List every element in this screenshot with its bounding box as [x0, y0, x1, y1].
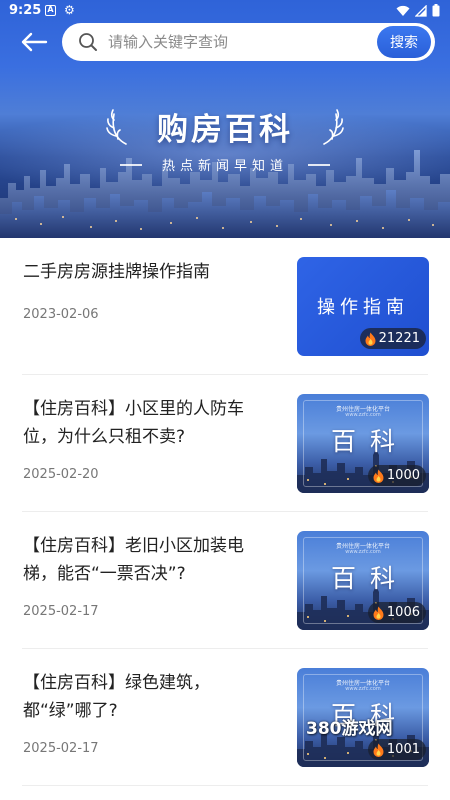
- wifi-icon: [396, 5, 410, 16]
- fire-icon: [373, 606, 384, 620]
- views-badge: 1000: [367, 465, 426, 486]
- subtitle-divider: [308, 164, 330, 166]
- views-badge: 1001: [367, 739, 426, 760]
- search-bar: 搜索: [62, 23, 435, 61]
- article-item[interactable]: 二手房房源挂牌操作指南 2023-02-06 操作指南 21221: [0, 238, 450, 375]
- search-input[interactable]: [108, 29, 328, 55]
- article-thumbnail: 贵州住房一体化平台 www.zzfc.com 百科 1006: [297, 531, 429, 630]
- article-title: 【住房百科】小区里的人防车位，为什么只租不卖?: [23, 399, 244, 447]
- fire-icon: [373, 743, 384, 757]
- thumbnail-text: 百科: [330, 427, 409, 456]
- thumbnail-text: 操作指南: [317, 297, 409, 318]
- article-date: 2025-02-20: [23, 467, 99, 482]
- status-bar: 9:25 A ⚙: [0, 0, 450, 22]
- hero-subtitle-row: 热点新闻早知道: [0, 155, 450, 175]
- thumbnail-caption-url: www.zzfc.com: [345, 412, 381, 418]
- search-icon: [79, 33, 97, 51]
- article-item[interactable]: 【住房百科】老旧小区加装电梯，能否“一票否决”? 2025-02-17 贵州住房…: [0, 512, 450, 649]
- hero-title: 购房百科: [157, 112, 293, 148]
- article-thumbnail: 贵州住房一体化平台 www.zzfc.com 百科 1000: [297, 394, 429, 493]
- views-badge: 1006: [367, 602, 426, 623]
- views-count: 1000: [386, 468, 420, 483]
- status-indicators: [396, 4, 440, 17]
- search-button[interactable]: 搜索: [377, 26, 431, 58]
- laurel-icon: [323, 109, 344, 145]
- article-title: 二手房房源挂牌操作指南: [23, 262, 210, 282]
- app-notification-icon: A: [45, 5, 56, 16]
- views-count: 21221: [378, 331, 420, 346]
- article-date: 2025-02-17: [23, 741, 99, 756]
- signal-icon: [415, 4, 427, 17]
- back-arrow-icon[interactable]: [18, 26, 50, 58]
- article-item[interactable]: 【住房百科】小区里的人防车位，为什么只租不卖? 2025-02-20 贵州住房一…: [0, 375, 450, 512]
- views-count: 1001: [386, 742, 420, 757]
- fire-icon: [365, 332, 376, 346]
- thumbnail-caption-url: www.zzfc.com: [345, 549, 381, 555]
- thumbnail-text: 百科: [330, 564, 409, 593]
- battery-icon: [432, 4, 440, 17]
- list-divider: [22, 785, 428, 786]
- watermark-text: 380游戏网: [306, 719, 393, 739]
- gear-icon: ⚙: [64, 3, 75, 17]
- hero-subtitle: 热点新闻早知道: [161, 159, 288, 174]
- views-badge: 21221: [359, 328, 426, 349]
- article-title: 【住房百科】老旧小区加装电梯，能否“一票否决”?: [23, 536, 244, 584]
- thumbnail-caption-url: www.zzfc.com: [345, 686, 381, 692]
- article-date: 2023-02-06: [23, 307, 99, 322]
- status-time: 9:25: [9, 3, 42, 18]
- article-thumbnail: 操作指南 21221: [297, 257, 429, 356]
- fire-icon: [373, 469, 384, 483]
- article-date: 2025-02-17: [23, 604, 99, 619]
- views-count: 1006: [386, 605, 420, 620]
- hero-banner: 9:25 A ⚙ 搜索 购房百科: [0, 0, 450, 238]
- article-title: 【住房百科】绿色建筑，都“绿”哪了?: [23, 673, 210, 721]
